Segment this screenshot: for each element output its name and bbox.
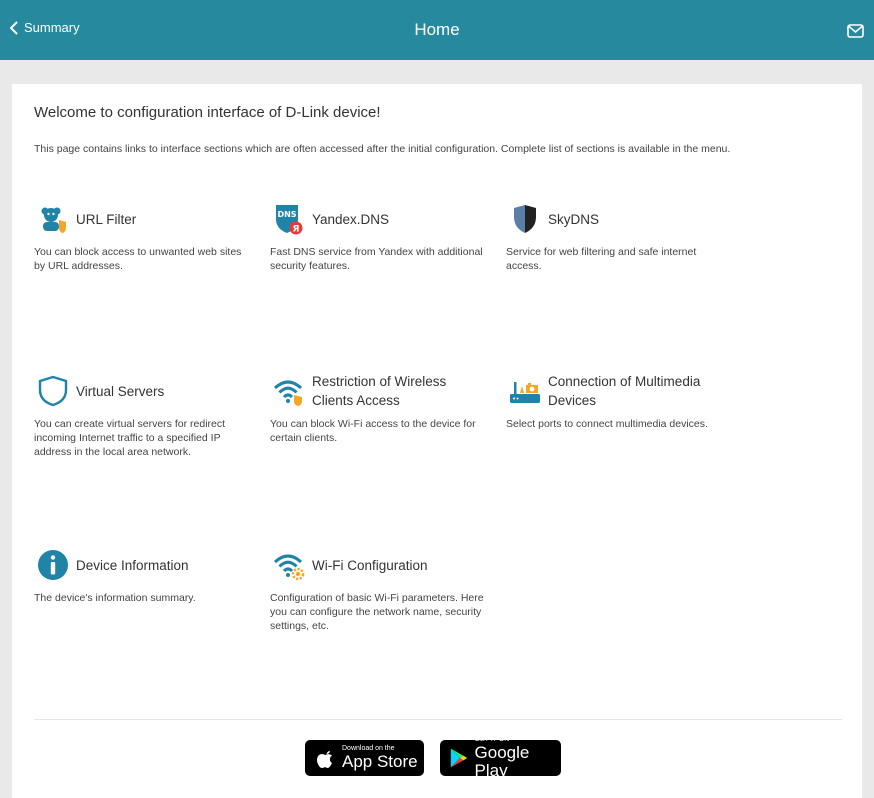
app-store-text: App Store bbox=[342, 752, 418, 771]
tile-text: You can create virtual servers for redir… bbox=[34, 418, 226, 458]
tile-title: Connection of Multimedia Devices bbox=[548, 374, 701, 408]
app-store-badge[interactable]: Download on the App Store bbox=[305, 740, 424, 776]
wifi-gear-icon bbox=[270, 546, 308, 584]
tile-title: Yandex.DNS bbox=[312, 211, 390, 227]
tile-device-information[interactable]: Device Information The device's informat… bbox=[34, 546, 249, 605]
multimedia-router-icon bbox=[506, 372, 544, 410]
tile-text: Service for web filtering and safe inter… bbox=[506, 246, 697, 272]
tile-title: Wi-Fi Configuration bbox=[312, 557, 428, 573]
shield-outline-icon bbox=[34, 372, 72, 410]
content-panel: Welcome to configuration interface of D-… bbox=[12, 84, 862, 798]
apple-icon bbox=[317, 751, 332, 768]
tile-restriction-wireless[interactable]: Restriction of Wireless Clients Access Y… bbox=[270, 372, 485, 445]
tile-text: Fast DNS service from Yandex with additi… bbox=[270, 246, 483, 272]
page-title: Home bbox=[414, 20, 460, 39]
info-icon bbox=[34, 546, 72, 584]
tile-title: Device Information bbox=[76, 557, 189, 573]
tile-title: Restriction of Wireless Clients Access bbox=[312, 374, 447, 408]
svg-text:Я: Я bbox=[293, 225, 300, 235]
url-filter-icon bbox=[34, 200, 72, 238]
tile-title: Virtual Servers bbox=[76, 383, 165, 399]
tile-url-filter[interactable]: URL Filter You can block access to unwan… bbox=[34, 200, 249, 273]
tile-wifi-configuration[interactable]: Wi-Fi Configuration Configuration of bas… bbox=[270, 546, 485, 633]
tile-text: Select ports to connect multimedia devic… bbox=[506, 418, 708, 430]
tile-text: You can block Wi-Fi access to the device… bbox=[270, 418, 476, 444]
svg-text:DNS: DNS bbox=[277, 210, 296, 219]
top-bar: Summary Home bbox=[0, 0, 874, 60]
tile-yandex-dns[interactable]: DNS Я Yandex.DNS Fast DNS service from Ya… bbox=[270, 200, 485, 273]
play-icon bbox=[450, 748, 468, 768]
tile-title: URL Filter bbox=[76, 211, 137, 227]
tile-text: The device's information summary. bbox=[34, 592, 196, 604]
footer-divider bbox=[34, 719, 842, 720]
tile-text: You can block access to unwanted web sit… bbox=[34, 246, 242, 272]
tile-title: SkyDNS bbox=[548, 211, 600, 227]
tile-skydns[interactable]: SkyDNS Service for web filtering and saf… bbox=[506, 200, 721, 273]
notifications-button[interactable] bbox=[847, 23, 864, 42]
google-play-badge[interactable]: GET IT ON Google Play bbox=[440, 736, 561, 780]
tile-text: Configuration of basic Wi-Fi parameters.… bbox=[270, 592, 484, 632]
skydns-shield-icon bbox=[506, 200, 544, 238]
tile-multimedia-devices[interactable]: Connection of Multimedia Devices Select … bbox=[506, 372, 721, 431]
welcome-heading: Welcome to configuration interface of D-… bbox=[34, 104, 381, 121]
yandex-dns-icon: DNS Я bbox=[270, 200, 308, 238]
google-play-text: Google Play bbox=[474, 743, 530, 780]
wifi-shield-icon bbox=[270, 372, 308, 410]
mail-icon bbox=[847, 24, 864, 38]
tile-virtual-servers[interactable]: Virtual Servers You can create virtual s… bbox=[34, 372, 249, 459]
welcome-description: This page contains links to interface se… bbox=[34, 143, 731, 155]
